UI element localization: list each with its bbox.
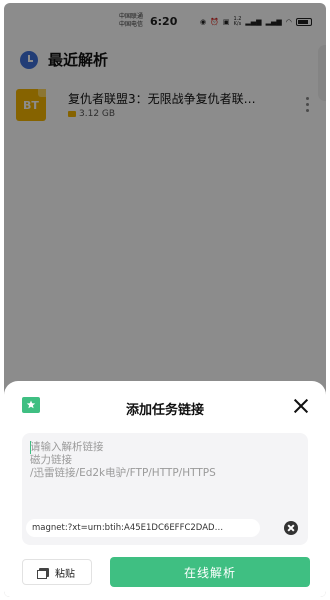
battery-icon (295, 18, 312, 26)
placeholder-line-3: /迅雷链接/Ed2k电驴/FTP/HTTP/HTTPS (30, 467, 216, 479)
status-bar: 中国联通 中国电信 6:20 ◉ ⏰ ▣ 1.2 K/s ▂▄▆ ▂▄▆ ◠ (4, 11, 326, 37)
side-drawer-handle[interactable] (318, 45, 326, 101)
close-button[interactable] (292, 397, 310, 415)
app-screen: 中国联通 中国电信 6:20 ◉ ⏰ ▣ 1.2 K/s ▂▄▆ ▂▄▆ ◠ 最… (4, 3, 326, 597)
status-icons: ◉ ⏰ ▣ 1.2 K/s ▂▄▆ ▂▄▆ ◠ (200, 17, 312, 27)
carrier-1: 中国联通 (119, 13, 144, 20)
paste-button[interactable]: 粘贴 (22, 559, 92, 585)
recent-item-meta: 3.12 GB (68, 109, 115, 119)
page-header: 最近解析 (20, 49, 108, 70)
net-speed: 1.2 K/s (233, 17, 241, 27)
bt-file-icon: BT (16, 89, 46, 121)
parse-online-button[interactable]: 在线解析 (110, 557, 310, 587)
recent-item-size: 3.12 GB (79, 109, 116, 119)
paste-label: 粘贴 (55, 568, 75, 580)
history-clock-icon (20, 50, 38, 69)
alarm-icon: ⏰ (210, 18, 219, 26)
magnet-suggestion-chip[interactable]: magnet:?xt=urn:btih:A45E1DC6EFFC2DAD… (26, 519, 260, 537)
placeholder-line-1: 请输入解析链接 (30, 441, 104, 453)
carrier-labels: 中国联通 中国电信 (119, 13, 143, 29)
folder-icon (68, 111, 76, 117)
clear-icon[interactable] (284, 521, 298, 535)
eye-icon: ◉ (200, 18, 207, 26)
net-speed-unit: K/s (233, 21, 242, 27)
add-task-sheet: 添加任务链接 请输入解析链接 磁力链接 /迅雷链接/Ed2k电驴/FTP/HTT… (4, 381, 326, 597)
bt-badge-label: BT (23, 98, 39, 112)
page-title: 最近解析 (48, 51, 109, 69)
placeholder-line-2: 磁力链接 (30, 454, 72, 466)
paste-icon (37, 567, 49, 579)
sheet-title: 添加任务链接 (125, 403, 204, 418)
more-vertical-icon[interactable] (306, 97, 310, 112)
carrier-2: 中国电信 (119, 21, 144, 28)
wifi-icon: ◠ (285, 18, 292, 26)
link-input-placeholder: 请输入解析链接 磁力链接 /迅雷链接/Ed2k电驴/FTP/HTTP/HTTPS (30, 441, 298, 480)
signal-2-icon: ▂▄▆ (265, 18, 282, 26)
status-time: 6:20 (150, 15, 178, 28)
link-input[interactable]: 请输入解析链接 磁力链接 /迅雷链接/Ed2k电驴/FTP/HTTP/HTTPS… (22, 433, 308, 545)
nfc-icon: ▣ (222, 18, 230, 26)
recent-item[interactable]: BT 复仇者联盟3：无限战争复仇者联… 3.12 GB (14, 87, 314, 127)
recent-item-title: 复仇者联盟3：无限战争复仇者联… (68, 92, 256, 106)
signal-icon: ▂▄▆ (245, 18, 262, 26)
